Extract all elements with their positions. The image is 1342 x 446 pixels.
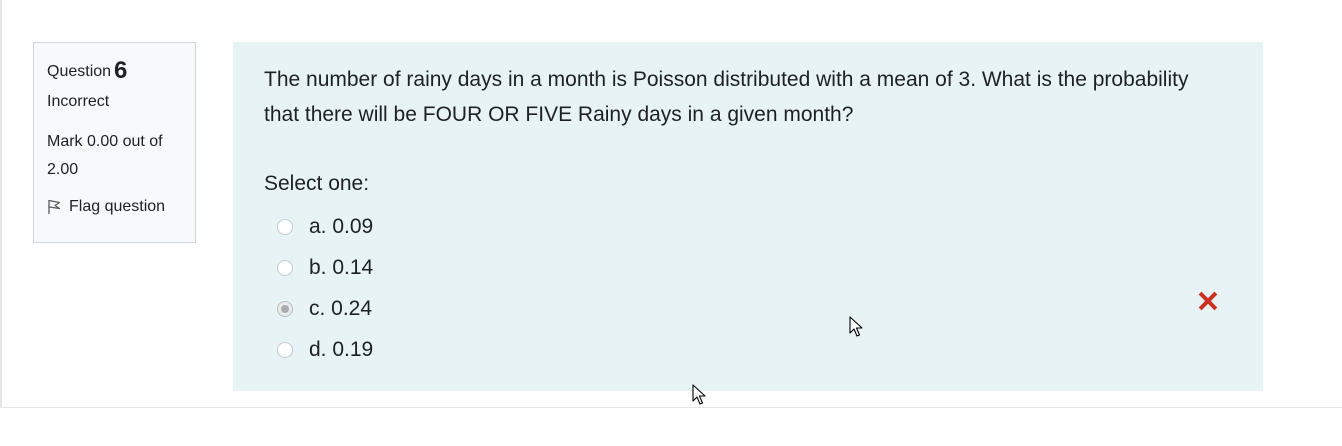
answer-option-c[interactable]: c. 0.24 [277, 288, 373, 329]
radio-b[interactable] [277, 259, 293, 276]
question-number-value: 6 [114, 57, 128, 84]
answer-option-d[interactable]: d. 0.19 [277, 329, 373, 370]
quiz-page: Question 6 Incorrect Mark 0.00 out of 2.0… [0, 0, 1342, 446]
question-grade: Mark 0.00 out of 2.00 [47, 133, 163, 178]
radio-c[interactable] [277, 300, 293, 317]
answer-option-label: d. 0.19 [309, 337, 374, 361]
mouse-cursor-icon [849, 316, 863, 337]
question-number: Question 6 [47, 57, 182, 86]
incorrect-cross-icon [1198, 291, 1218, 311]
flag-icon [48, 199, 61, 214]
answer-option-b[interactable]: b. 0.14 [277, 247, 373, 288]
mouse-cursor-icon [692, 384, 706, 405]
bottom-divider [0, 407, 1342, 408]
question-formulation: The number of rainy days in a month is P… [233, 42, 1263, 391]
question-state: Incorrect [47, 93, 110, 110]
answer-option-label: c. 0.24 [309, 296, 373, 320]
left-divider [0, 0, 2, 408]
answer-option-label: a. 0.09 [309, 214, 374, 238]
flag-question-label: Flag question [69, 198, 166, 215]
radio-a[interactable] [277, 218, 293, 235]
answer-option-a[interactable]: a. 0.09 [277, 206, 373, 247]
answer-options: a. 0.09 b. 0.14 c. 0.24 d. 0.19 [277, 206, 373, 370]
answer-option-label: b. 0.14 [309, 255, 374, 279]
question-label: Question [47, 63, 112, 80]
question-info-panel: Question 6 Incorrect Mark 0.00 out of 2.0… [33, 42, 196, 243]
select-one-prompt: Select one: [264, 172, 370, 195]
flag-question-button[interactable]: Flag question [47, 196, 182, 218]
question-text: The number of rainy days in a month is P… [264, 68, 1189, 126]
radio-d[interactable] [277, 341, 293, 358]
